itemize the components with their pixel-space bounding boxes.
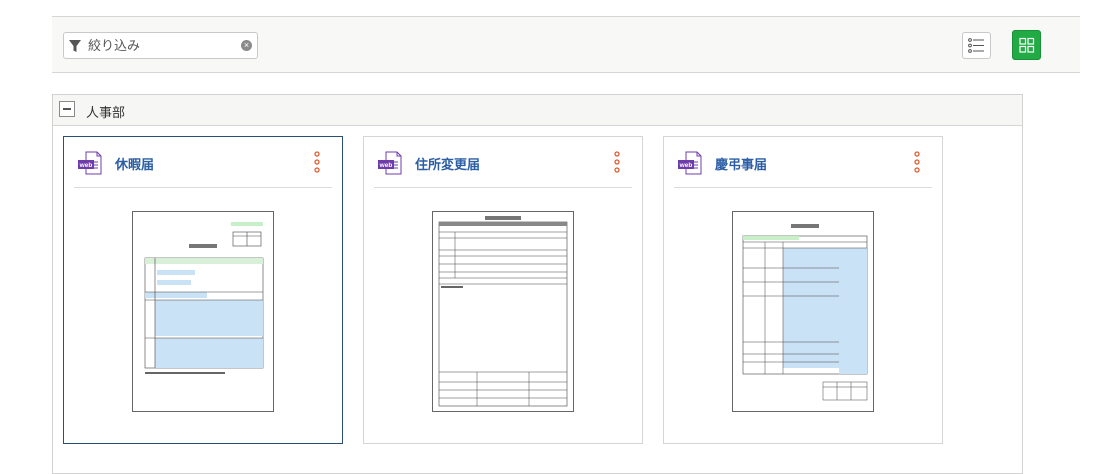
filter-box[interactable]: × <box>63 32 258 59</box>
filter-input[interactable] <box>88 35 233 56</box>
form-preview-thumbnail <box>132 211 274 412</box>
web-form-icon: web <box>78 151 102 175</box>
card-divider <box>674 187 932 188</box>
group-panel: 人事部 web 休暇届 web 住所変更届 web 慶弔事届 <box>52 94 1023 474</box>
card-title: 休暇届 <box>115 157 155 172</box>
form-card[interactable]: web 慶弔事届 <box>663 136 943 444</box>
card-divider <box>374 187 632 188</box>
more-menu-icon[interactable] <box>313 150 321 176</box>
form-preview-thumbnail <box>432 211 574 412</box>
card-title: 住所変更届 <box>415 157 481 172</box>
group-header: 人事部 <box>53 95 1022 126</box>
badge-label: web <box>679 162 693 169</box>
web-form-icon: web <box>378 151 402 175</box>
grid-view-icon <box>1019 37 1035 53</box>
badge-label: web <box>379 162 393 169</box>
clear-icon[interactable]: × <box>241 40 252 51</box>
filter-icon <box>69 40 81 52</box>
form-card[interactable]: web 休暇届 <box>63 136 343 444</box>
form-card[interactable]: web 住所変更届 <box>363 136 643 444</box>
more-menu-icon[interactable] <box>613 150 621 176</box>
group-title: 人事部 <box>86 105 126 120</box>
card-title: 慶弔事届 <box>715 157 768 172</box>
web-form-icon: web <box>678 151 702 175</box>
toolbar: × <box>52 16 1080 73</box>
list-view-button[interactable] <box>962 32 991 59</box>
form-preview-thumbnail <box>732 211 874 412</box>
more-menu-icon[interactable] <box>913 150 921 176</box>
badge-label: web <box>79 162 93 169</box>
list-view-icon <box>968 38 984 53</box>
collapse-icon[interactable] <box>59 101 75 117</box>
card-divider <box>74 187 332 188</box>
grid-view-button[interactable] <box>1012 30 1041 60</box>
